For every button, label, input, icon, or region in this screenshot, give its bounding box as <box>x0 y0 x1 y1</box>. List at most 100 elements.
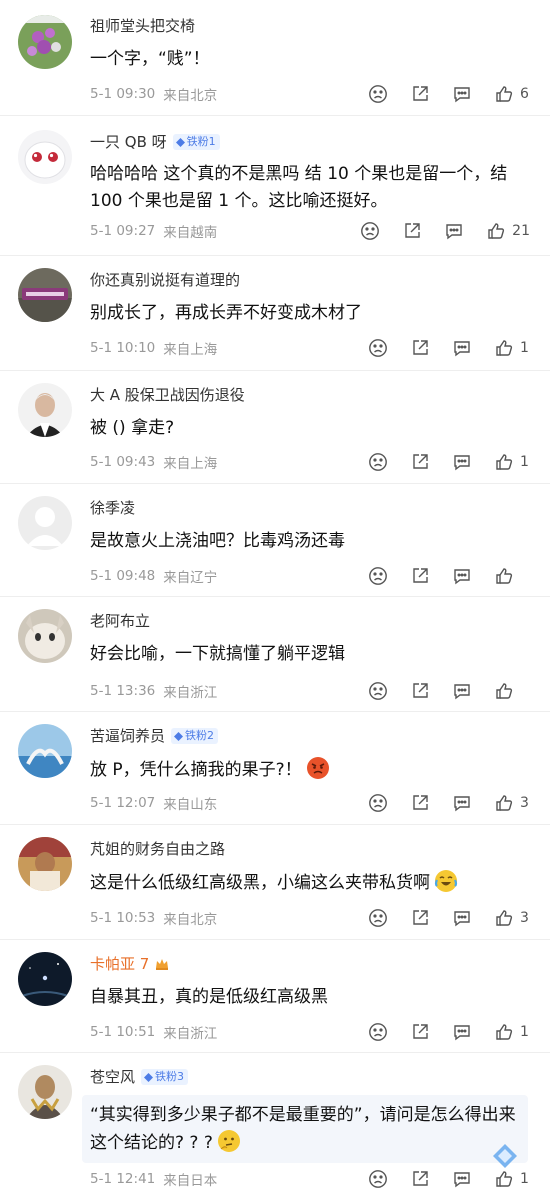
comment-item: 祖师堂头把交椅 一个字，“贱”！ 5-1 09:30 来自北京 6 <box>0 0 550 116</box>
username[interactable]: 苦逼饲养员 <box>90 724 165 748</box>
avatar[interactable] <box>18 724 72 778</box>
like-button[interactable] <box>494 681 530 701</box>
share-icon <box>413 568 428 583</box>
avatar[interactable] <box>18 15 72 69</box>
frown-icon <box>369 682 387 700</box>
share-button[interactable] <box>410 793 430 813</box>
username[interactable]: 一只 QB 呀 <box>90 130 167 154</box>
comment-item: 苍空风 铁粉3 “其实得到多少果子都不是最重要的”，请问是怎么得出来这个结论的? … <box>0 1053 550 1199</box>
username[interactable]: 大 A 股保卫战因伤退役 <box>90 383 245 407</box>
frown-icon <box>369 1170 387 1188</box>
username[interactable]: 你还真别说挺有道理的 <box>90 268 240 292</box>
share-button[interactable] <box>410 1022 430 1042</box>
avatar[interactable] <box>18 268 72 322</box>
comment-icon <box>454 87 470 103</box>
dislike-button[interactable] <box>368 452 388 472</box>
frown-icon <box>369 794 387 812</box>
avatar[interactable] <box>18 383 72 437</box>
comment-list: 祖师堂头把交椅 一个字，“贱”！ 5-1 09:30 来自北京 6 一只 QB … <box>0 0 550 1199</box>
share-button[interactable] <box>410 908 430 928</box>
avatar[interactable] <box>18 609 72 663</box>
comment-item: 徐季凌 是故意火上浇油吧？比毒鸡汤还毒 5-1 09:48 来自辽宁 <box>0 484 550 597</box>
share-button[interactable] <box>410 566 430 586</box>
comment-button[interactable] <box>452 1022 472 1042</box>
dislike-button[interactable] <box>360 221 380 241</box>
comment-icon <box>454 796 470 812</box>
comment-button[interactable] <box>452 793 472 813</box>
thumbs-up-icon <box>496 683 513 699</box>
avatar[interactable] <box>18 1065 72 1119</box>
comment-item: 老阿布立 好会比喻，一下就搞懂了躺平逻辑 5-1 13:36 来自浙江 <box>0 597 550 712</box>
comment-button[interactable] <box>452 338 472 358</box>
username[interactable]: 徐季凌 <box>90 496 135 520</box>
share-button[interactable] <box>410 1169 430 1189</box>
thumbs-up-icon <box>496 340 513 356</box>
comment-time: 5-1 12:41 <box>90 1171 156 1187</box>
like-button[interactable]: 1 <box>494 338 530 358</box>
thumbs-up-icon <box>488 223 505 239</box>
avatar[interactable] <box>18 952 72 1006</box>
like-count: 1 <box>520 1024 529 1040</box>
comment-button[interactable] <box>452 452 472 472</box>
username[interactable]: 卡帕亚 7 <box>90 952 149 976</box>
like-count: 1 <box>520 340 529 356</box>
like-count: 1 <box>520 454 529 470</box>
dislike-button[interactable] <box>368 84 388 104</box>
dislike-button[interactable] <box>368 1022 388 1042</box>
like-button[interactable]: 1 <box>494 1022 530 1042</box>
frown-icon <box>369 909 387 927</box>
dislike-button[interactable] <box>368 566 388 586</box>
comment-item: 大 A 股保卫战因伤退役 被 () 拿走? 5-1 09:43 来自上海 1 <box>0 371 550 484</box>
comment-text: 哈哈哈哈 这个真的不是黑吗 结 10 个果也是留一个，结 100 个果也是留 1… <box>90 164 508 211</box>
comment-button[interactable] <box>444 221 464 241</box>
avatar[interactable] <box>18 837 72 891</box>
thumbs-up-icon <box>496 1171 513 1187</box>
comment-button[interactable] <box>452 566 472 586</box>
frown-icon <box>369 567 387 585</box>
dislike-button[interactable] <box>368 908 388 928</box>
share-button[interactable] <box>410 452 430 472</box>
like-button[interactable] <box>494 566 530 586</box>
username[interactable]: 芃姐的财务自由之路 <box>90 837 225 861</box>
dislike-button[interactable] <box>368 1169 388 1189</box>
thumbs-up-icon <box>496 568 513 584</box>
comment-time: 5-1 09:30 <box>90 86 156 102</box>
username[interactable]: 祖师堂头把交椅 <box>90 14 195 38</box>
share-button[interactable] <box>410 681 430 701</box>
dislike-button[interactable] <box>368 681 388 701</box>
frown-icon <box>369 339 387 357</box>
comment-text: 别成长了，再成长弄不好变成木材了 <box>90 303 362 323</box>
like-button[interactable]: 6 <box>494 84 530 104</box>
share-button[interactable] <box>402 221 422 241</box>
username[interactable]: 苍空风 <box>90 1065 135 1089</box>
comment-button[interactable] <box>452 84 472 104</box>
avatar[interactable] <box>18 496 72 550</box>
like-button[interactable]: 3 <box>494 908 530 928</box>
dislike-button[interactable] <box>368 338 388 358</box>
diamond-icon <box>174 731 184 741</box>
comment-item: 苦逼饲养员 铁粉2 放 P，凭什么摘我的果子?！ 5-1 12:07 来自山东 3 <box>0 712 550 825</box>
avatar[interactable] <box>18 130 72 184</box>
frown-icon <box>369 453 387 471</box>
dislike-button[interactable] <box>368 793 388 813</box>
username[interactable]: 老阿布立 <box>90 609 150 633</box>
comment-time: 5-1 09:48 <box>90 568 156 584</box>
share-button[interactable] <box>410 84 430 104</box>
thinking-emoji-icon <box>217 1129 241 1153</box>
comment-button[interactable] <box>452 1169 472 1189</box>
like-button[interactable]: 21 <box>486 221 530 241</box>
comment-text: 一个字，“贱”！ <box>90 49 210 69</box>
frown-icon <box>369 1023 387 1041</box>
comment-text: 好会比喻，一下就搞懂了躺平逻辑 <box>90 644 345 664</box>
laugh-cry-emoji-icon <box>434 869 458 893</box>
like-button[interactable]: 1 <box>494 452 530 472</box>
comment-button[interactable] <box>452 908 472 928</box>
share-button[interactable] <box>410 338 430 358</box>
like-button[interactable]: 1 <box>494 1169 530 1189</box>
comment-location: 来自上海 <box>163 456 218 472</box>
comment-icon <box>454 455 470 471</box>
like-button[interactable]: 3 <box>494 793 530 813</box>
share-icon <box>413 1171 428 1186</box>
thumbs-up-icon <box>496 86 513 102</box>
comment-button[interactable] <box>452 681 472 701</box>
